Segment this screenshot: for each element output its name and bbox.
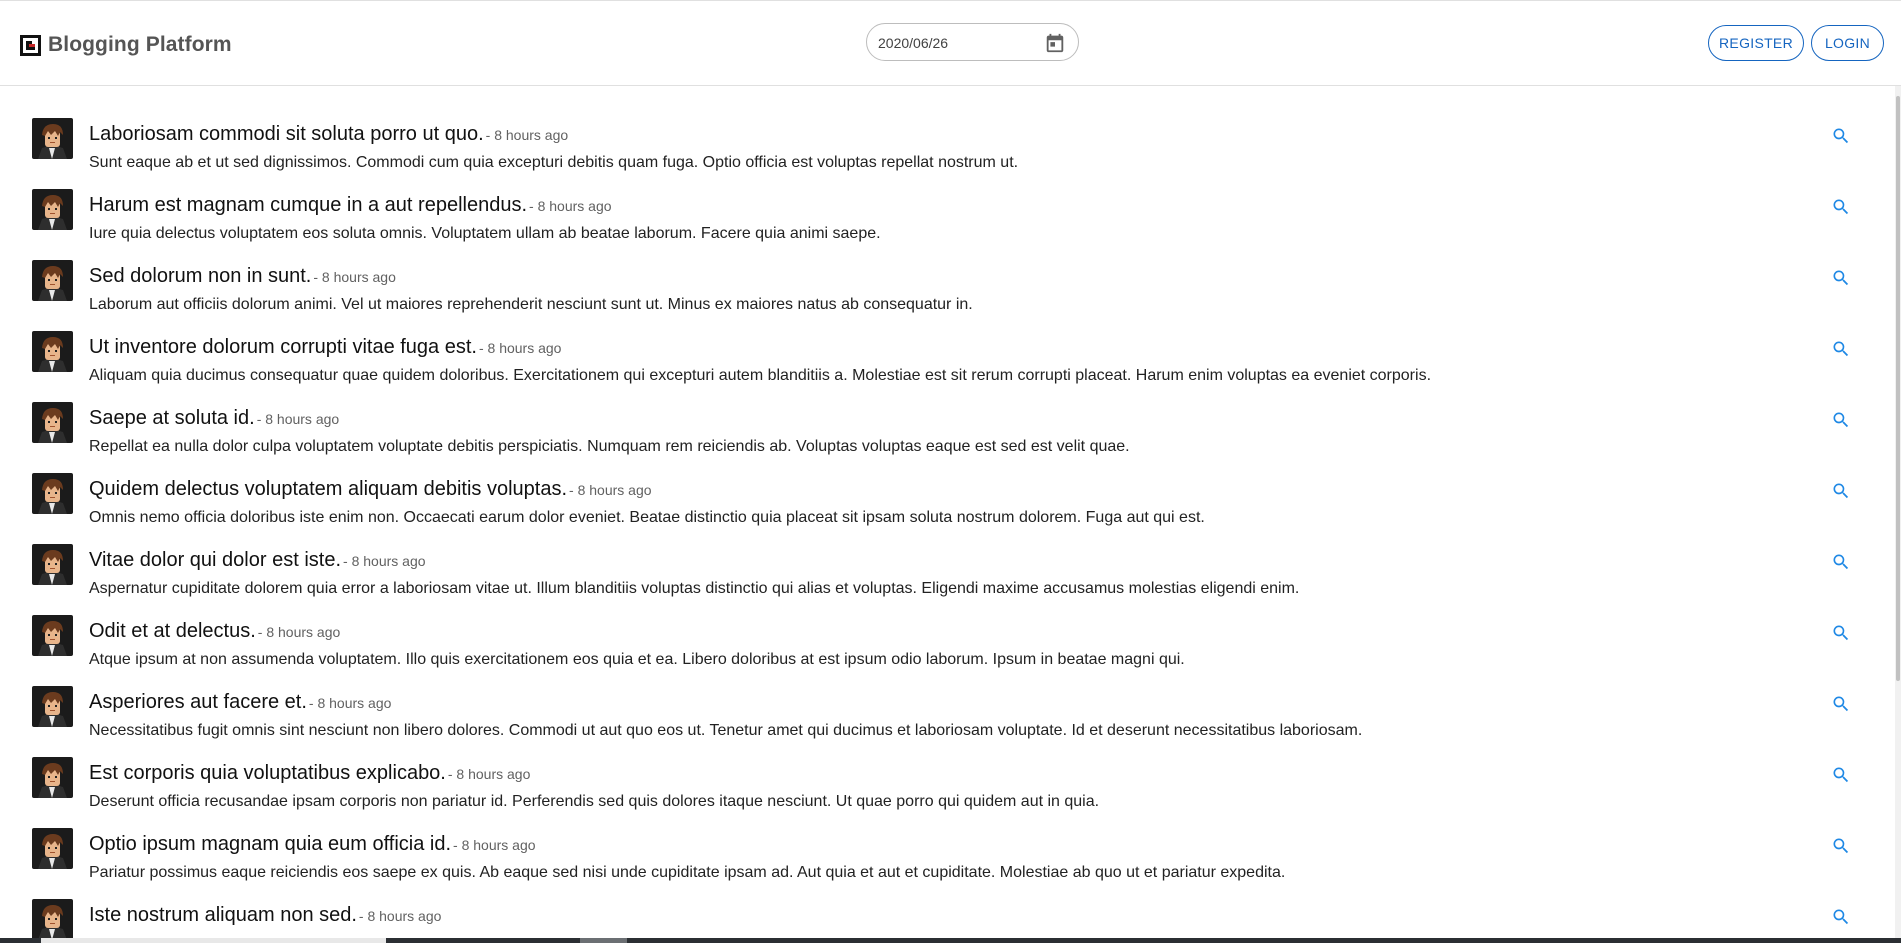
post-item[interactable]: Est corporis quia voluptatibus explicabo…	[0, 757, 1895, 828]
post-excerpt: Aspernatur cupiditate dolorem quia error…	[89, 580, 1300, 597]
post-item[interactable]: Sed dolorum non in sunt. - 8 hours ago Lab…	[0, 260, 1895, 331]
post-title[interactable]: Asperiores aut facere et.	[89, 691, 307, 713]
post-title-line: Harum est magnam cumque in a aut repelle…	[89, 194, 612, 217]
scrollbar-thumb[interactable]	[1896, 96, 1900, 681]
date-value: 2020/06/26	[878, 35, 949, 51]
post-title[interactable]: Est corporis quia voluptatibus explicabo…	[89, 762, 446, 784]
post-title[interactable]: Saepe at soluta id.	[89, 407, 255, 429]
search-icon[interactable]	[1831, 552, 1851, 572]
app-bar: Blogging Platform 2020/06/26 REGISTER LO…	[0, 0, 1901, 86]
calendar-icon[interactable]	[1044, 32, 1066, 54]
search-icon[interactable]	[1831, 126, 1851, 146]
avatar	[32, 331, 73, 372]
post-timestamp: - 8 hours ago	[257, 624, 341, 640]
avatar	[32, 118, 73, 159]
post-title-line: Odit et at delectus. - 8 hours ago	[89, 620, 340, 643]
brand[interactable]: Blogging Platform	[20, 33, 232, 57]
search-icon[interactable]	[1831, 907, 1851, 927]
post-item[interactable]: Harum est magnam cumque in a aut repelle…	[0, 189, 1895, 260]
post-item[interactable]: Odit et at delectus. - 8 hours ago Atque i…	[0, 615, 1895, 686]
post-excerpt: Laborum aut officiis dolorum animi. Vel …	[89, 296, 973, 313]
post-excerpt: Necessitatibus fugit omnis sint nesciunt…	[89, 722, 1363, 739]
post-title-line: Iste nostrum aliquam non sed. - 8 hours a…	[89, 904, 441, 927]
post-title-line: Est corporis quia voluptatibus explicabo…	[89, 762, 530, 785]
post-item[interactable]: Iste nostrum aliquam non sed. - 8 hours a…	[0, 899, 1895, 938]
post-title[interactable]: Quidem delectus voluptatem aliquam debit…	[89, 478, 567, 500]
post-title-line: Ut inventore dolorum corrupti vitae fuga…	[89, 336, 561, 359]
post-timestamp: - 8 hours ago	[447, 766, 531, 782]
search-icon[interactable]	[1831, 268, 1851, 288]
date-picker-field[interactable]: 2020/06/26	[866, 23, 1079, 61]
post-timestamp: - 8 hours ago	[313, 269, 396, 285]
post-item[interactable]: Saepe at soluta id. - 8 hours ago Repellat…	[0, 402, 1895, 473]
post-excerpt: Atque ipsum at non assumenda voluptatem.…	[89, 651, 1185, 668]
post-timestamp: - 8 hours ago	[256, 411, 340, 427]
search-icon[interactable]	[1831, 765, 1851, 785]
post-timestamp: - 8 hours ago	[478, 340, 562, 356]
post-excerpt: Pariatur possimus eaque reiciendis eos s…	[89, 864, 1286, 881]
post-item[interactable]: Laboriosam commodi sit soluta porro ut q…	[0, 118, 1895, 189]
post-timestamp: - 8 hours ago	[569, 482, 652, 498]
avatar	[32, 828, 73, 869]
post-title[interactable]: Laboriosam commodi sit soluta porro ut q…	[89, 123, 484, 145]
avatar	[32, 686, 73, 727]
register-button[interactable]: REGISTER	[1708, 25, 1804, 61]
app-title: Blogging Platform	[48, 33, 232, 56]
post-title[interactable]: Iste nostrum aliquam non sed.	[89, 904, 357, 926]
post-item[interactable]: Vitae dolor qui dolor est iste. - 8 hours…	[0, 544, 1895, 615]
search-icon[interactable]	[1831, 339, 1851, 359]
post-title-line: Optio ipsum magnam quia eum officia id. -…	[89, 833, 536, 856]
post-title-line: Asperiores aut facere et. - 8 hours ago	[89, 691, 391, 714]
post-timestamp: - 8 hours ago	[529, 198, 612, 214]
post-title[interactable]: Sed dolorum non in sunt.	[89, 265, 311, 287]
search-icon[interactable]	[1831, 410, 1851, 430]
post-item[interactable]: Optio ipsum magnam quia eum officia id. -…	[0, 828, 1895, 899]
login-button[interactable]: LOGIN	[1811, 25, 1884, 61]
post-excerpt: Sunt eaque ab et ut sed dignissimos. Com…	[89, 154, 1019, 171]
post-title[interactable]: Vitae dolor qui dolor est iste.	[89, 549, 341, 571]
post-item[interactable]: Quidem delectus voluptatem aliquam debit…	[0, 473, 1895, 544]
post-item[interactable]: Asperiores aut facere et. - 8 hours ago Ne…	[0, 686, 1895, 757]
search-icon[interactable]	[1831, 481, 1851, 501]
post-title[interactable]: Odit et at delectus.	[89, 620, 256, 642]
post-item[interactable]: Ut inventore dolorum corrupti vitae fuga…	[0, 331, 1895, 402]
avatar	[32, 189, 73, 230]
post-title-line: Laboriosam commodi sit soluta porro ut q…	[89, 123, 568, 146]
post-timestamp: - 8 hours ago	[453, 837, 536, 853]
search-icon[interactable]	[1831, 694, 1851, 714]
post-timestamp: - 8 hours ago	[343, 553, 426, 569]
search-icon[interactable]	[1831, 836, 1851, 856]
avatar	[32, 757, 73, 798]
avatar	[32, 615, 73, 656]
post-excerpt: Deserunt officia recusandae ipsam corpor…	[89, 793, 1100, 810]
bottom-bar-segment	[41, 938, 386, 943]
blog-logo-icon	[20, 34, 41, 56]
post-title-line: Saepe at soluta id. - 8 hours ago	[89, 407, 339, 430]
post-title-line: Vitae dolor qui dolor est iste. - 8 hours…	[89, 549, 426, 572]
post-excerpt: Omnis nemo officia doloribus iste enim n…	[89, 509, 1205, 526]
post-excerpt: Repellat ea nulla dolor culpa voluptatem…	[89, 438, 1130, 455]
post-title[interactable]: Harum est magnam cumque in a aut repelle…	[89, 194, 527, 216]
search-icon[interactable]	[1831, 197, 1851, 217]
post-excerpt: Iure quia delectus voluptatem eos soluta…	[89, 225, 881, 242]
bottom-bar-segment	[580, 938, 627, 943]
post-title[interactable]: Ut inventore dolorum corrupti vitae fuga…	[89, 336, 477, 358]
post-excerpt: Aliquam quia ducimus consequatur quae qu…	[89, 367, 1432, 384]
post-timestamp: - 8 hours ago	[308, 695, 392, 711]
search-icon[interactable]	[1831, 623, 1851, 643]
avatar	[32, 260, 73, 301]
post-list: Laboriosam commodi sit soluta porro ut q…	[0, 86, 1895, 938]
avatar	[32, 899, 73, 938]
post-title-line: Quidem delectus voluptatem aliquam debit…	[89, 478, 652, 501]
post-timestamp: - 8 hours ago	[358, 908, 442, 924]
post-title-line: Sed dolorum non in sunt. - 8 hours ago	[89, 265, 396, 288]
avatar	[32, 544, 73, 585]
avatar	[32, 402, 73, 443]
post-title[interactable]: Optio ipsum magnam quia eum officia id.	[89, 833, 451, 855]
post-timestamp: - 8 hours ago	[485, 127, 569, 143]
avatar	[32, 473, 73, 514]
